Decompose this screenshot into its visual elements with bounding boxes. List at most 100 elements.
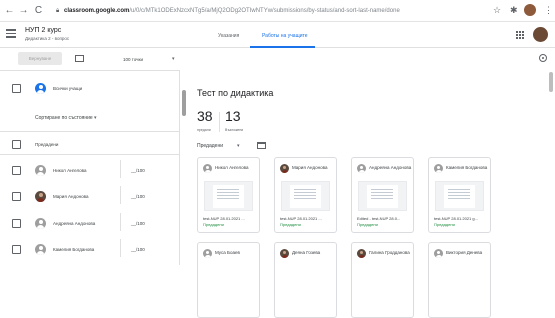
forward-arrow-icon[interactable]: → (18, 5, 29, 16)
stat-assigned-count[interactable]: 13 (225, 108, 241, 124)
chevron-down-icon[interactable]: ▾ (94, 115, 97, 121)
card-student-name: Камелия Богданова (446, 165, 488, 170)
student-name[interactable]: Камелия Богданова (53, 247, 94, 252)
status-filter-select[interactable]: Предадени (197, 143, 223, 149)
stat-assigned-label: Възложени (225, 128, 244, 132)
folder-icon[interactable] (257, 142, 266, 149)
card-file-name[interactable]: test-NUP 28.01.2021 ... (280, 216, 333, 221)
reload-icon[interactable]: C (33, 5, 44, 16)
student-avatar (203, 249, 212, 258)
student-name[interactable]: Никол Ангелова (53, 168, 86, 173)
grade-field[interactable]: __/100 (131, 168, 145, 173)
file-thumbnail[interactable] (358, 181, 407, 211)
student-checkbox[interactable] (12, 192, 21, 201)
grade-field[interactable]: __/100 (131, 247, 145, 252)
email-icon[interactable] (75, 55, 84, 62)
student-avatar (35, 218, 46, 229)
group-checkbox[interactable] (12, 140, 21, 149)
extensions-icon[interactable]: ✱ (510, 5, 518, 16)
app-header: НУП 2 курс Дидактика 2 - вопрос Указания… (0, 22, 555, 48)
tab-student-work[interactable]: Работы на учащите (262, 33, 308, 39)
settings-icon[interactable] (539, 54, 547, 62)
file-thumbnail[interactable] (281, 181, 330, 211)
card-status: Предадени (203, 222, 224, 227)
lock-icon: 🔒︎ (56, 8, 60, 14)
address-bar[interactable]: 🔒︎ classroom.google.com/u/0/c/MTk1ODExNzc… (56, 4, 486, 18)
tab-instructions[interactable]: Указания (218, 33, 239, 39)
user-avatar[interactable] (533, 27, 548, 42)
file-thumbnail[interactable] (204, 181, 253, 211)
chevron-down-icon[interactable]: ▾ (172, 56, 175, 62)
scrollbar[interactable] (549, 72, 553, 92)
browser-menu-icon[interactable]: ⋮ (544, 5, 553, 16)
card-status: Предадени (357, 222, 378, 227)
student-avatar (35, 191, 46, 202)
card-status: Предадени (280, 222, 301, 227)
submission-card[interactable]: Галина Гродданова (351, 242, 414, 318)
return-button[interactable]: Вернуване (18, 52, 62, 65)
submission-card[interactable]: Муса Боаев (197, 242, 260, 318)
course-title[interactable]: НУП 2 курс (25, 27, 61, 34)
scrollbar[interactable] (182, 90, 186, 116)
hamburger-menu-icon[interactable] (6, 29, 16, 38)
url-host: classroom.google.com (64, 8, 130, 14)
card-file-name[interactable]: Edited - test-NUP 28.0... (357, 216, 410, 221)
divider (219, 112, 220, 132)
student-avatar (357, 164, 366, 173)
grade-field[interactable]: __/100 (131, 194, 145, 199)
student-avatar (434, 249, 443, 258)
student-checkbox[interactable] (12, 245, 21, 254)
card-file-name[interactable]: test-NUP 28.01.2021 ... (203, 216, 256, 221)
profile-avatar[interactable] (524, 4, 536, 16)
card-status: Предадени (434, 222, 455, 227)
active-tab-indicator (250, 46, 315, 48)
card-student-name: Галина Гродданова (369, 250, 410, 255)
submission-card[interactable]: Андреяна Андонова Edited - test-NUP 28.0… (351, 157, 414, 233)
divider (0, 70, 180, 71)
group-label: Предадени (35, 142, 59, 147)
student-checkbox[interactable] (12, 166, 21, 175)
student-avatar (280, 164, 289, 173)
card-file-name[interactable]: test-NUP 28.01.2021 g... (434, 216, 487, 221)
submission-card[interactable]: Камелия Богданова test-NUP 28.01.2021 g.… (428, 157, 491, 233)
points-select[interactable]: 100 точки (123, 57, 143, 62)
submission-card[interactable]: Никол Ангелова test-NUP 28.01.2021 ... П… (197, 157, 260, 233)
student-avatar (35, 244, 46, 255)
submission-card[interactable]: Деяна Гозева (274, 242, 337, 318)
star-icon[interactable]: ☆ (493, 5, 501, 16)
assignment-title: Тест по дидактика (197, 88, 274, 98)
student-name[interactable]: Мария Андонова (53, 194, 88, 199)
chevron-down-icon[interactable]: ▾ (237, 143, 240, 149)
card-student-name: Деяна Гозева (292, 250, 321, 255)
student-avatar (203, 164, 212, 173)
back-arrow-icon[interactable]: ← (4, 5, 15, 16)
student-avatar (357, 249, 366, 258)
sort-select[interactable]: Сортиране по състояние (35, 115, 93, 121)
divider (120, 239, 121, 257)
student-checkbox[interactable] (12, 219, 21, 228)
card-student-name: Виктория Денева (446, 250, 483, 255)
student-avatar (35, 165, 46, 176)
student-name[interactable]: Андреяна Андонова (53, 221, 95, 226)
submission-card[interactable]: Мария Андонова test-NUP 28.01.2021 ... П… (274, 157, 337, 233)
submission-card[interactable]: Виктория Денева (428, 242, 491, 318)
all-students-label: Всички учащи (53, 86, 83, 91)
apps-grid-icon[interactable] (516, 31, 524, 39)
divider (0, 154, 180, 155)
card-student-name: Муса Боаев (215, 250, 240, 255)
divider (120, 213, 121, 231)
divider (0, 131, 180, 132)
stat-turned-in-label: предали (197, 128, 211, 132)
divider (120, 160, 121, 178)
student-avatar (434, 164, 443, 173)
url-path: /u/0/c/MTk1ODExNzcxNTg5/a/MjQ2ODg2OTIwNT… (129, 8, 400, 14)
select-all-checkbox[interactable] (12, 84, 21, 93)
card-student-name: Андреяна Андонова (369, 165, 412, 170)
group-icon (35, 83, 46, 94)
card-student-name: Никол Ангелова (215, 165, 249, 170)
grade-field[interactable]: __/100 (131, 221, 145, 226)
stat-turned-in-count[interactable]: 38 (197, 108, 213, 124)
student-avatar (280, 249, 289, 258)
file-thumbnail[interactable] (435, 181, 484, 211)
card-student-name: Мария Андонова (292, 165, 328, 170)
